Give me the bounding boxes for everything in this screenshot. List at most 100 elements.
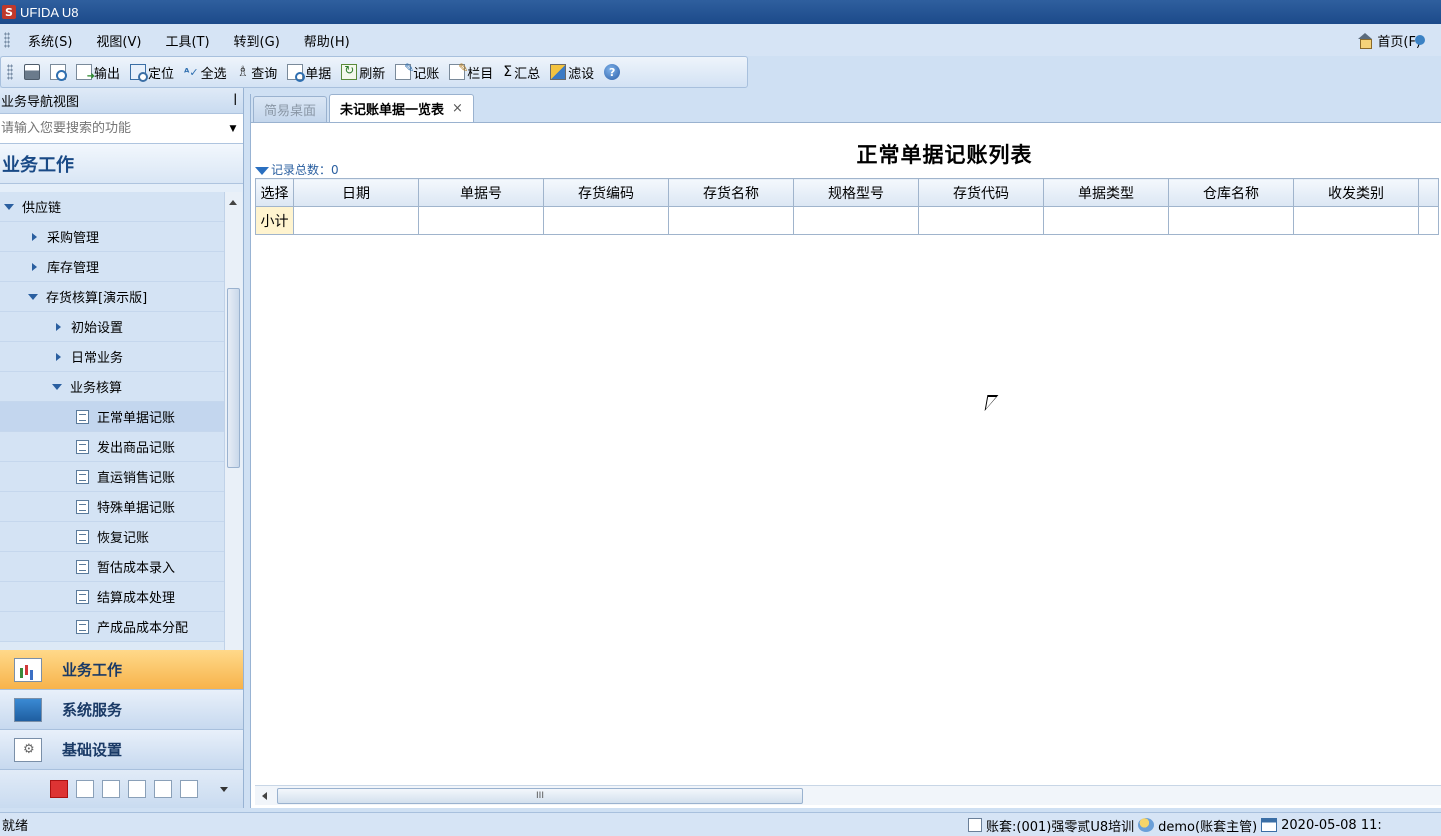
column-header-extra [1418,178,1439,207]
table-cell [418,206,544,235]
tree-node-estimated-cost[interactable]: 暂估成本录入 [0,552,224,582]
printer-icon [24,64,40,80]
filter-settings-icon [550,64,567,80]
tree-node-normal-posting[interactable]: 正常单据记账 [0,402,224,432]
horizontal-scrollbar[interactable]: III [255,785,1441,805]
org-chart-icon[interactable] [128,780,146,798]
record-count-label: 记录总数：0 [271,163,339,177]
column-header[interactable]: 收发类别 [1293,178,1419,207]
collapsed-icon [32,262,37,271]
table-cell [1293,206,1419,235]
tree-node-restore-posting[interactable]: 恢复记账 [0,522,224,552]
scroll-thumb[interactable] [227,288,240,468]
tree-node-costing[interactable]: 存货核算[演示版] [0,282,224,312]
tree-node-special-docs[interactable]: 特殊单据记账 [0,492,224,522]
tab-unposted-documents[interactable]: 未记账单据一览表 × [329,94,474,122]
column-header[interactable]: 选择 [255,178,294,207]
table-cell [668,206,794,235]
nav-basic-settings-button[interactable]: 基础设置 [0,730,243,770]
stop-icon[interactable] [50,780,68,798]
column-header[interactable]: 单据号 [418,178,544,207]
column-header[interactable]: 存货代码 [918,178,1044,207]
export-button[interactable]: 输出 [71,60,125,84]
columns-label: 栏目 [467,66,494,82]
select-all-button[interactable]: ᴬ✓ 全选 [179,60,232,84]
nav-button-label: 业务工作 [62,661,123,679]
scroll-left-icon[interactable] [262,792,267,800]
table-header-row: 选择 日期 单据号 存货编码 存货名称 规格型号 存货代码 单据类型 仓库名称 … [255,178,1439,207]
document-leaf-icon [76,469,89,484]
tree-node-direct-sales[interactable]: 直运销售记账 [0,462,224,492]
tree-node-label: 库存管理 [47,261,100,276]
scroll-up-icon[interactable] [229,200,237,205]
query-label: 查询 [251,66,278,82]
pin-icon[interactable]: ꟾ [233,94,237,108]
tree-node-daily-business[interactable]: 日常业务 [0,342,224,372]
column-header[interactable]: 日期 [293,178,419,207]
scroll-thumb[interactable]: III [277,788,803,804]
query-button[interactable]: ♗ 查询 [232,60,283,84]
refresh-button[interactable]: 刷新 [336,60,390,84]
summary-label: 汇总 [514,66,541,82]
print-button[interactable] [19,60,45,84]
menu-goto[interactable]: 转到(G) [222,31,292,50]
filter-button[interactable]: 滤设 [545,60,599,84]
menu-tools[interactable]: 工具(T) [153,31,221,50]
column-header[interactable]: 存货编码 [543,178,669,207]
document-button[interactable]: 单据 [282,60,336,84]
locate-button[interactable]: 定位 [125,60,179,84]
document-leaf-icon [76,589,89,604]
home-link[interactable]: 首页(F) [1357,24,1425,56]
chart-icon [14,657,42,682]
tree-node-product-cost[interactable]: 产成品成本分配 [0,612,224,642]
help-button[interactable]: ? [599,60,625,84]
column-header[interactable]: 单据类型 [1043,178,1169,207]
summary-button[interactable]: Σ 汇总 [498,60,545,84]
menu-system[interactable]: 系统(S) [16,31,84,50]
column-header[interactable]: 仓库名称 [1168,178,1294,207]
tab-label: 简易桌面 [264,104,317,119]
table-cell [793,206,919,235]
post-icon [395,61,414,80]
columns-button[interactable]: 栏目 [444,60,498,84]
tree-node-label: 采购管理 [47,231,100,246]
tab-simple-desktop[interactable]: 简易桌面 [253,96,328,122]
tree-node-inventory[interactable]: 库存管理 [0,252,224,282]
message-icon[interactable] [180,780,198,798]
close-icon[interactable]: × [452,101,463,116]
column-header[interactable]: 规格型号 [793,178,919,207]
report-title: 正常单据记账列表 [856,143,1033,167]
status-ready: 就绪 [2,819,29,834]
locate-icon [130,64,149,82]
post-button[interactable]: 记账 [390,60,444,84]
tree-node-purchase[interactable]: 采购管理 [0,222,224,252]
tree-node-supply-chain[interactable]: 供应链 [0,192,224,222]
windows-icon[interactable] [154,780,172,798]
record-count[interactable]: 记录总数：0 [255,161,339,178]
globe-icon[interactable] [1415,35,1425,45]
more-dropdown-icon[interactable] [220,786,228,792]
nav-section-title: 业务工作 [0,144,243,184]
toolbar-grip-icon [7,64,13,80]
preview-icon [50,64,67,81]
menu-help[interactable]: 帮助(H) [292,31,362,50]
refresh-label: 刷新 [359,66,386,82]
menu-view[interactable]: 视图(V) [84,31,153,50]
tree-node-initial-setup[interactable]: 初始设置 [0,312,224,342]
calculator-icon[interactable] [102,780,120,798]
tree-node-shipped-goods[interactable]: 发出商品记账 [0,432,224,462]
report-page: 正常单据记账列表 记录总数：0 选择 日期 单据号 存货编码 存货名称 规格型号… [251,122,1441,808]
tree-node-label: 恢复记账 [97,531,150,546]
nav-button-label: 基础设置 [62,741,123,759]
search-dropdown-icon[interactable]: ▼ [223,124,243,134]
nav-search-input[interactable] [1,121,223,136]
column-header[interactable]: 存货名称 [668,178,794,207]
tool-icon[interactable] [76,780,94,798]
nav-business-work-button[interactable]: 业务工作 [0,650,243,690]
binoculars-icon: ♗ [236,64,250,80]
document-leaf-icon [76,619,89,634]
preview-button[interactable] [45,60,71,84]
tree-node-settlement-cost[interactable]: 结算成本处理 [0,582,224,612]
tree-node-business-accounting[interactable]: 业务核算 [0,372,224,402]
nav-system-service-button[interactable]: 系统服务 [0,690,243,730]
